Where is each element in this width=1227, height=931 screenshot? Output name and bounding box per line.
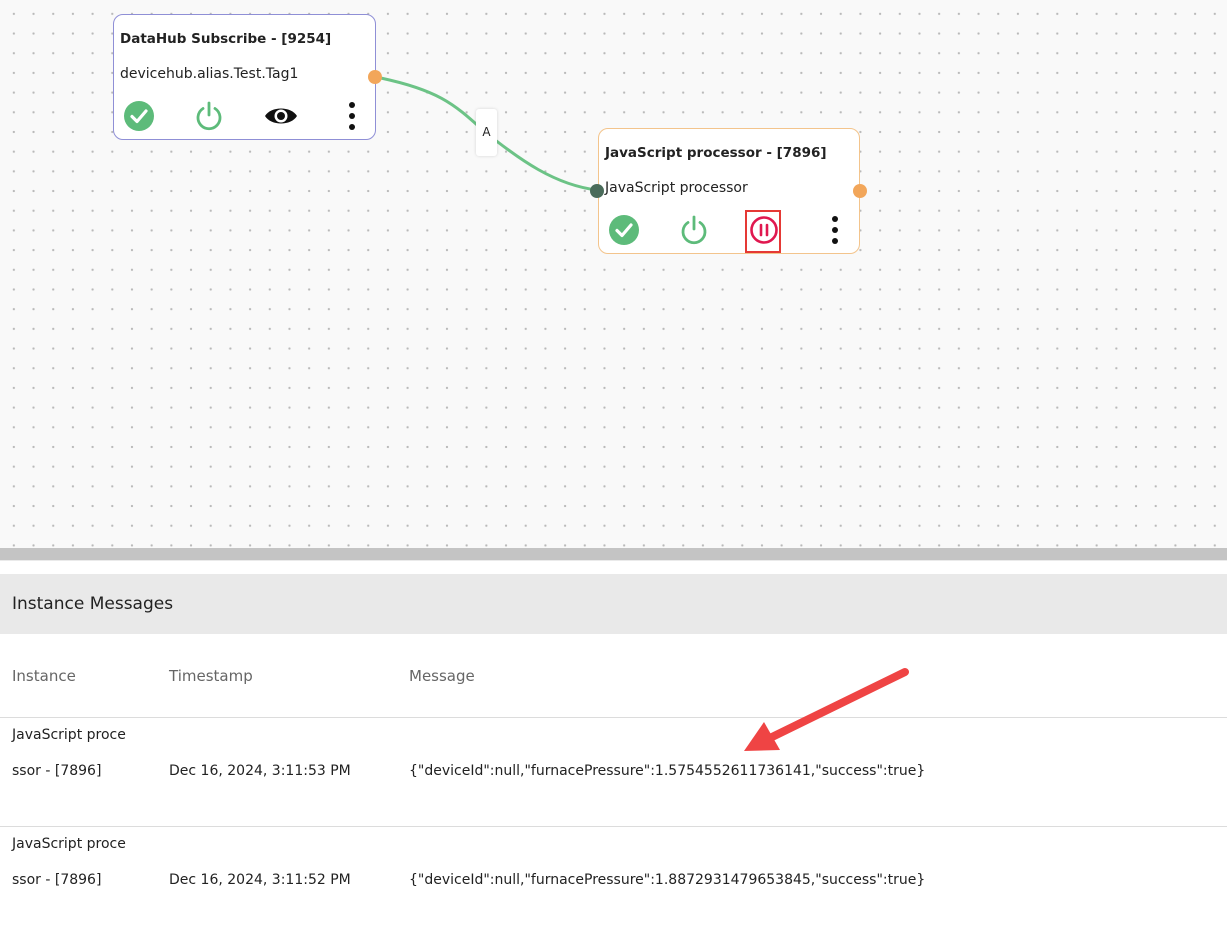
annotation-arrow [744,668,909,751]
panel-title: Instance Messages [12,594,174,614]
timestamp-cell: Dec 16, 2024, 3:11:52 PM [169,872,351,888]
row-divider [0,717,1227,718]
check-circle-icon[interactable] [123,100,155,132]
power-icon[interactable] [193,100,225,132]
datahub-subscribe-node[interactable]: DataHub Subscribe - [9254] devicehub.ali… [113,14,376,140]
check-circle-icon[interactable] [608,214,640,246]
instance-cell: JavaScript processor - [7896] [12,727,126,779]
edge-label[interactable]: A [476,109,497,156]
node-subtitle: JavaScript processor [605,180,748,196]
output-port[interactable] [368,70,382,84]
panel-splitter[interactable] [0,548,1227,561]
output-port[interactable] [853,184,867,198]
power-icon[interactable] [678,214,710,246]
node-title: JavaScript processor - [7896] [605,145,827,161]
node-title: DataHub Subscribe - [9254] [120,31,332,47]
flow-canvas[interactable]: DataHub Subscribe - [9254] devicehub.ali… [0,0,1227,548]
javascript-processor-node[interactable]: JavaScript processor - [7896] JavaScript… [598,128,860,254]
column-header-timestamp[interactable]: Timestamp [169,667,253,685]
column-header-instance[interactable]: Instance [12,667,76,685]
highlight-box [745,210,781,253]
row-divider [0,826,1227,827]
input-port[interactable] [590,184,604,198]
message-cell: {"deviceId":null,"furnacePressure":1.887… [409,872,926,888]
node-subtitle: devicehub.alias.Test.Tag1 [120,66,299,82]
panel-header: Instance Messages [0,574,1227,634]
column-header-message[interactable]: Message [409,667,475,685]
eye-icon[interactable] [263,100,299,132]
more-vertical-icon[interactable] [819,214,851,246]
timestamp-cell: Dec 16, 2024, 3:11:53 PM [169,763,351,779]
instance-messages-panel: Instance Messages Instance Timestamp Mes… [0,561,1227,931]
instance-cell: JavaScript processor - [7896] [12,836,126,888]
message-cell: {"deviceId":null,"furnacePressure":1.575… [409,763,926,779]
more-vertical-icon[interactable] [336,100,368,132]
